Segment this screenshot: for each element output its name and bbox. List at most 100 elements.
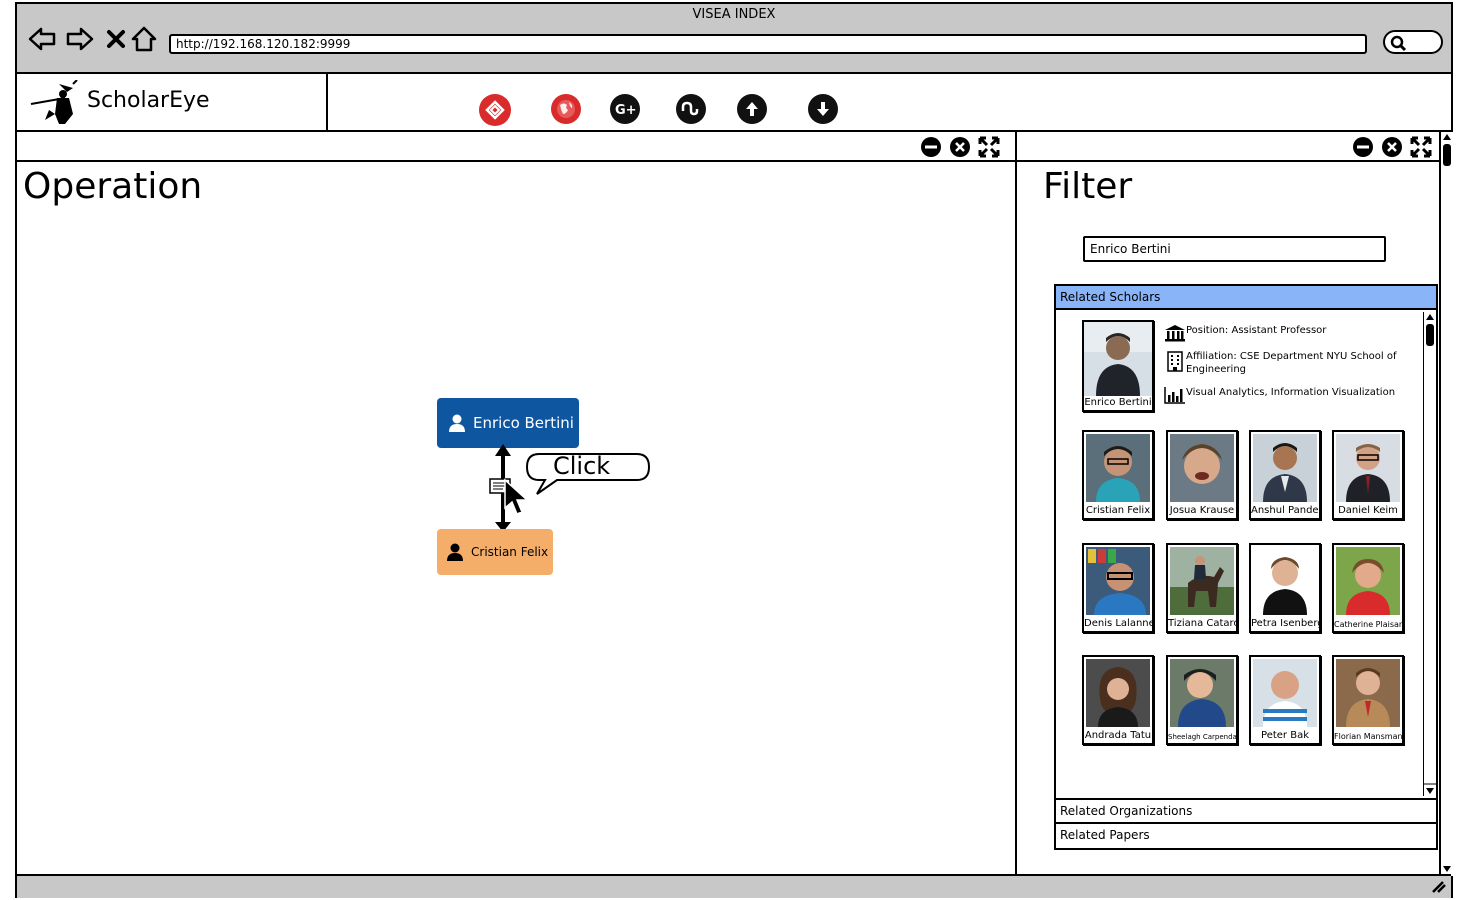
stumbleupon-icon[interactable] [676,94,706,124]
scholar-name: Anshul Pandey [1251,505,1319,516]
scholar-name: Florian Mansmann [1334,732,1402,741]
filter-panel-bar [1017,132,1439,162]
interests-text: Visual Analytics, Information Visualizat… [1186,387,1396,398]
expand-icon [978,136,1000,158]
upload-icon[interactable] [737,94,767,124]
person-photo-icon [1170,659,1234,727]
scholar-name: Catherine Plaisant [1334,620,1402,629]
profile-name: Enrico Bertini [1084,397,1152,408]
filter-search-input[interactable]: Enrico Bertini [1083,236,1386,262]
info-affiliation: Affiliation: CSE Department NYU School o… [1164,350,1419,376]
scholar-card[interactable]: Daniel Keim [1332,430,1404,520]
home-button[interactable] [129,24,159,54]
profile-photo: Enrico Bertini [1082,320,1154,412]
close-circle-icon [1382,137,1402,157]
minimize-icon [1353,137,1373,157]
filter-title: Filter [1043,166,1133,207]
operation-title: Operation [23,166,203,207]
person-photo-icon [1170,434,1234,502]
close-circle-icon [950,137,970,157]
logo-red-icon[interactable] [479,94,511,126]
scholar-logo-icon [30,80,78,124]
download-icon[interactable] [808,94,838,124]
person-photo-icon [1336,547,1400,615]
section-related-papers[interactable]: Related Papers [1054,824,1438,850]
scholar-name: Daniel Keim [1338,505,1398,516]
building-icon [1167,351,1183,372]
maximize-button[interactable] [977,135,1001,159]
browser-chrome: VISEA INDEX http://192.168.120.182:9999 [17,4,1451,74]
section-related-scholars[interactable]: Related Scholars [1054,284,1438,310]
scholars-scrollbar[interactable] [1423,312,1436,796]
click-callout: Click [525,452,651,498]
app-name: ScholarEye [87,88,210,113]
person-photo-icon [1336,434,1400,502]
scholar-node-secondary[interactable]: Cristian Felix [437,529,553,575]
close-x-icon [107,30,125,48]
section-related-organizations[interactable]: Related Organizations [1054,798,1438,824]
user-icon [447,543,463,561]
app-header: ScholarEye G+ [17,74,1451,132]
scholar-card[interactable]: Andrada Tatu [1082,655,1154,745]
user-icon [449,414,465,432]
window-title: VISEA INDEX [692,7,776,22]
scholar-card[interactable]: Anshul Pandey [1249,430,1321,520]
scholar-card[interactable]: Florian Mansmann [1332,655,1404,745]
minimize-button[interactable] [919,135,943,159]
close-button[interactable] [1380,135,1404,159]
filter-panel: Filter Enrico Bertini Related Scholars E… [1017,132,1439,876]
home-icon [131,26,157,52]
scholar-card[interactable]: Petra Isenberg [1249,543,1321,633]
person-photo-icon [1253,434,1317,502]
svg-text:G+: G+ [615,103,637,118]
filter-accordion: Related Scholars Enrico Bertini Position… [1054,284,1438,850]
scholar-node-primary[interactable]: Enrico Bertini [437,398,579,448]
globe-icon[interactable] [551,94,581,124]
person-photo-icon [1336,659,1400,727]
scholar-name: Josua Krause [1169,505,1235,516]
operation-panel: Operation Enrico Bertini Click Cristian … [17,132,1017,876]
google-plus-icon[interactable]: G+ [610,94,640,124]
forward-button[interactable] [65,24,95,54]
search-button[interactable] [1383,30,1443,54]
affiliation-text: Affiliation: CSE Department NYU School o… [1186,351,1397,375]
scholar-card[interactable]: Denis Lalanne [1082,543,1154,633]
scholar-name: Andrada Tatu [1084,730,1152,741]
back-arrow-icon [28,27,56,51]
resize-grip-icon[interactable] [1431,880,1447,894]
browser-window: VISEA INDEX http://192.168.120.182:9999 [15,2,1453,898]
search-icon [1390,35,1407,52]
scholar-card[interactable]: Catherine Plaisant [1332,543,1404,633]
close-button[interactable] [948,135,972,159]
scholar-card[interactable]: Cristian Felix [1082,430,1154,520]
minimize-button[interactable] [1351,135,1375,159]
related-scholars-body: Enrico Bertini Position: Assistant Profe… [1054,310,1438,798]
expand-icon [1410,136,1432,158]
forward-arrow-icon [66,27,94,51]
scholar-card[interactable]: Sheelagh Carpendale [1166,655,1238,745]
operation-panel-bar [17,132,1015,162]
url-input[interactable]: http://192.168.120.182:9999 [169,34,1367,54]
back-button[interactable] [27,24,57,54]
page-scrollbar[interactable] [1439,132,1453,876]
node-secondary-label: Cristian Felix [471,545,549,559]
info-position: Position: Assistant Professor [1164,324,1419,342]
person-photo-icon [1253,547,1317,615]
scholar-card[interactable]: Peter Bak [1249,655,1321,745]
scholar-name: Petra Isenberg [1251,618,1319,629]
node-primary-label: Enrico Bertini [473,414,574,432]
scholar-name: Peter Bak [1261,730,1309,741]
scholar-name: Denis Lalanne [1084,618,1152,629]
institution-icon [1165,325,1185,342]
scholar-name: Cristian Felix [1085,505,1151,516]
scholar-card[interactable]: Tiziana Catarci [1166,543,1238,633]
stop-button[interactable] [101,24,131,54]
person-photo-icon [1086,434,1150,502]
scholar-name: Sheelagh Carpendale [1168,733,1236,741]
horse-rider-photo-icon [1170,547,1234,615]
logo-area[interactable]: ScholarEye [17,74,328,130]
scholar-card[interactable]: Josua Krause [1166,430,1238,520]
bar-chart-icon [1164,387,1185,404]
maximize-button[interactable] [1409,135,1433,159]
info-interests: Visual Analytics, Information Visualizat… [1164,386,1419,404]
